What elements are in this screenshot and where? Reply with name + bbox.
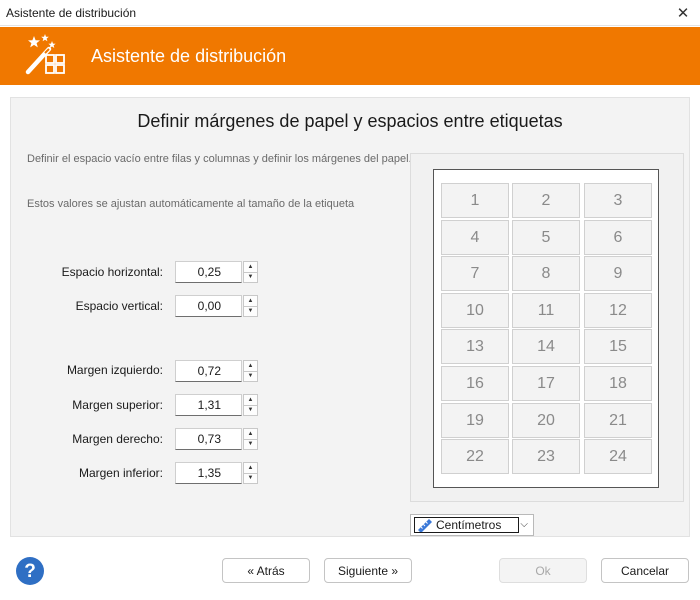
label-cell: 14 (512, 329, 580, 364)
help-icon[interactable]: ? (15, 556, 45, 586)
margin-bottom-label: Margen inferior: (78, 466, 163, 480)
next-button[interactable]: Siguiente » (324, 558, 412, 583)
spin-up-icon[interactable]: ▲ (243, 428, 258, 440)
spin-down-icon[interactable]: ▼ (243, 405, 258, 416)
margin-top-spinner[interactable]: ▲ ▼ (243, 394, 258, 416)
page-heading: Definir márgenes de papel y espacios ent… (137, 111, 563, 131)
label-cell: 16 (441, 366, 509, 401)
vertical-spacing-label: Espacio vertical: (75, 299, 163, 313)
margin-top-input[interactable] (175, 394, 242, 416)
svg-text:?: ? (24, 561, 36, 582)
margin-bottom-input[interactable] (175, 462, 242, 484)
back-button[interactable]: « Atrás (222, 558, 310, 583)
label-cell: 17 (512, 366, 580, 401)
auto-adjust-note: Estos valores se ajustan automáticamente… (27, 198, 355, 210)
margin-left-input[interactable] (175, 360, 242, 382)
label-cell: 23 (512, 439, 580, 474)
label-cell: 12 (584, 293, 652, 328)
margin-left-spinner[interactable]: ▲ ▼ (243, 360, 258, 382)
spin-up-icon[interactable]: ▲ (243, 295, 258, 307)
label-cell: 13 (441, 329, 509, 364)
label-cell: 9 (584, 256, 652, 291)
spin-up-icon[interactable]: ▲ (243, 261, 258, 273)
label-cell: 8 (512, 256, 580, 291)
ruler-icon (418, 519, 432, 532)
magic-wand-labels-icon (25, 34, 65, 75)
label-cell: 6 (584, 220, 652, 255)
banner-title: Asistente de distribución (91, 46, 287, 66)
label-cell: 10 (441, 293, 509, 328)
ok-button: Ok (499, 558, 587, 583)
label-cell: 7 (441, 256, 509, 291)
spin-down-icon[interactable]: ▼ (243, 439, 258, 450)
label-cell: 11 (512, 293, 580, 328)
close-icon: ✕ (676, 5, 690, 22)
spin-down-icon[interactable]: ▼ (243, 272, 258, 283)
margin-right-spinner[interactable]: ▲ ▼ (243, 428, 258, 450)
label-cell: 20 (512, 403, 580, 438)
horizontal-spacing-spinner[interactable]: ▲ ▼ (243, 261, 258, 283)
units-label: Centímetros (436, 518, 502, 532)
units-selected-value: Centímetros (414, 517, 519, 533)
label-cell: 2 (512, 183, 580, 218)
margin-right-label: Margen derecho: (72, 432, 163, 446)
window-title: Asistente de distribución (6, 6, 137, 20)
spin-down-icon[interactable]: ▼ (243, 306, 258, 317)
description-text: Definir el espacio vacío entre filas y c… (27, 153, 412, 165)
label-cell: 18 (584, 366, 652, 401)
spin-up-icon[interactable]: ▲ (243, 360, 258, 372)
vertical-spacing-input[interactable] (175, 295, 242, 317)
label-cell: 3 (584, 183, 652, 218)
spin-down-icon[interactable]: ▼ (243, 473, 258, 484)
title-bar: Asistente de distribución ✕ (0, 0, 700, 26)
margin-bottom-spinner[interactable]: ▲ ▼ (243, 462, 258, 484)
label-cell: 19 (441, 403, 509, 438)
horizontal-spacing-label: Espacio horizontal: (61, 265, 163, 279)
margin-top-label: Margen superior: (72, 398, 163, 412)
label-cell: 15 (584, 329, 652, 364)
vertical-spacing-spinner[interactable]: ▲ ▼ (243, 295, 258, 317)
chevron-down-icon: ⌵ (520, 519, 528, 530)
cancel-button[interactable]: Cancelar (601, 558, 689, 583)
wizard-banner: Asistente de distribución (0, 27, 700, 85)
label-cell: 24 (584, 439, 652, 474)
spin-up-icon[interactable]: ▲ (243, 462, 258, 474)
label-cell: 5 (512, 220, 580, 255)
spin-up-icon[interactable]: ▲ (243, 394, 258, 406)
label-cell: 22 (441, 439, 509, 474)
label-cell: 1 (441, 183, 509, 218)
horizontal-spacing-input[interactable] (175, 261, 242, 283)
margin-right-input[interactable] (175, 428, 242, 450)
label-cell: 4 (441, 220, 509, 255)
spin-down-icon[interactable]: ▼ (243, 371, 258, 382)
label-cell: 21 (584, 403, 652, 438)
units-dropdown[interactable]: Centímetros ⌵ (410, 514, 534, 536)
margin-left-label: Margen izquierdo: (66, 363, 163, 377)
close-button[interactable]: ✕ (666, 0, 700, 26)
